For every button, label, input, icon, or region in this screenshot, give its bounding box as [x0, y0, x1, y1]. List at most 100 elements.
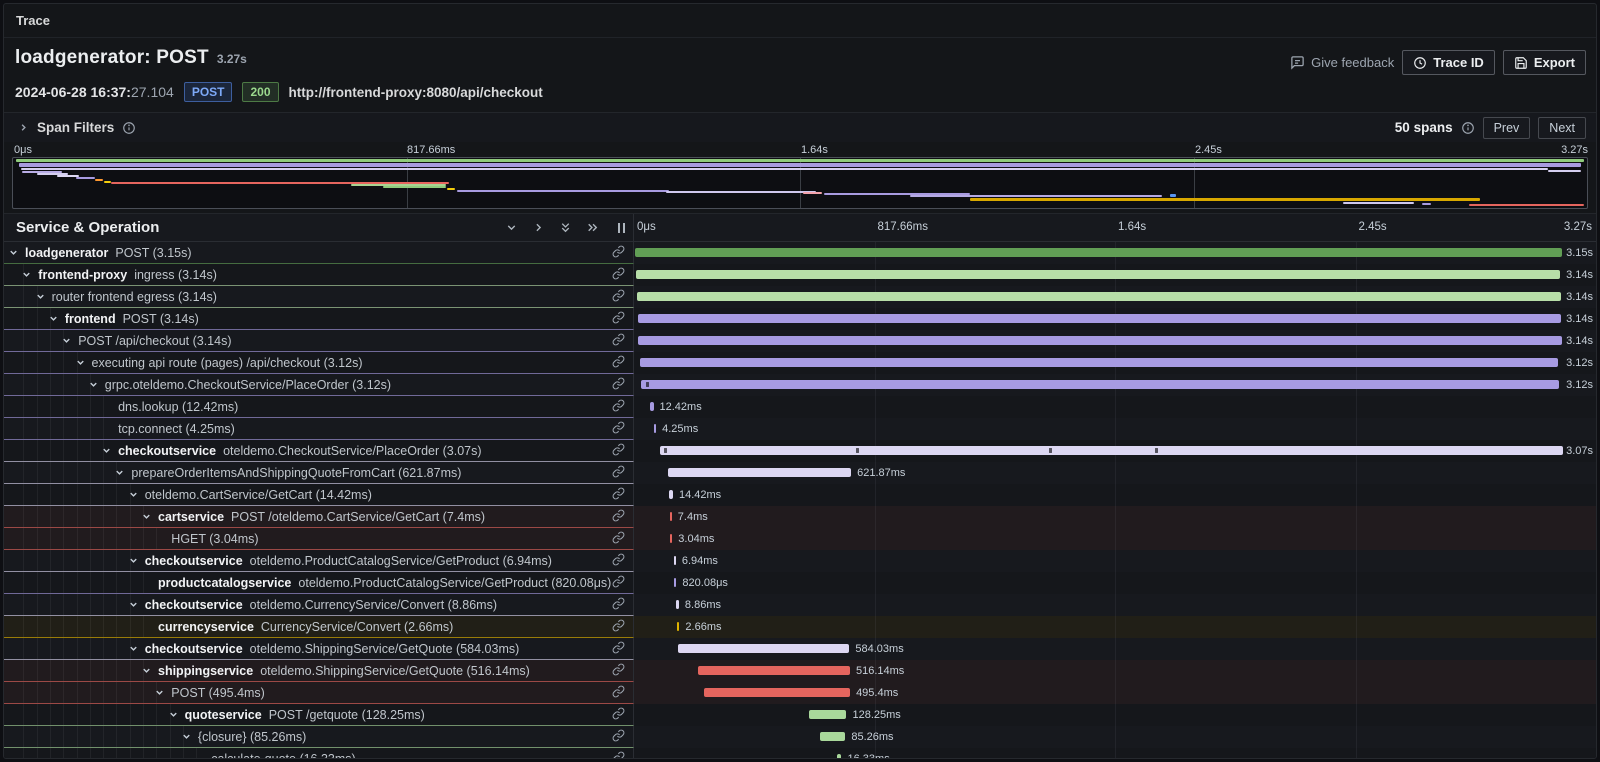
collapse-caret-icon[interactable] — [128, 555, 139, 566]
collapse-caret-icon[interactable] — [168, 709, 179, 720]
collapse-caret-icon[interactable] — [114, 467, 125, 478]
span-name-cell[interactable]: HGET (3.04ms) — [4, 528, 634, 550]
span-link-icon[interactable] — [612, 729, 625, 747]
span-link-icon[interactable] — [612, 355, 625, 373]
span-name-cell[interactable]: quoteservicePOST /getquote (128.25ms) — [4, 704, 634, 726]
span-name-cell[interactable]: checkoutserviceoteldemo.ShippingService/… — [4, 638, 634, 660]
span-name-cell[interactable]: router frontend egress (3.14s) — [4, 286, 634, 308]
span-name-cell[interactable]: cartservicePOST /oteldemo.CartService/Ge… — [4, 506, 634, 528]
span-link-icon[interactable] — [612, 553, 625, 571]
span-bar[interactable] — [670, 534, 672, 543]
span-name-cell[interactable]: calculate-quote (16.33ms) — [4, 748, 634, 759]
trace-id-button[interactable]: Trace ID — [1402, 50, 1495, 75]
span-bar[interactable] — [669, 490, 673, 499]
span-timeline-cell[interactable]: 584.03ms — [634, 638, 1596, 660]
span-link-icon[interactable] — [612, 707, 625, 725]
collapse-caret-icon[interactable] — [181, 731, 192, 742]
panel-resize-grip[interactable] — [617, 222, 627, 234]
span-link-icon[interactable] — [612, 641, 625, 659]
span-bar[interactable] — [698, 666, 850, 675]
span-link-icon[interactable] — [612, 751, 625, 759]
span-link-icon[interactable] — [612, 377, 625, 395]
span-name-cell[interactable]: currencyserviceCurrencyService/Convert (… — [4, 616, 634, 638]
span-name-cell[interactable]: checkoutserviceoteldemo.ProductCatalogSe… — [4, 550, 634, 572]
collapse-caret-icon[interactable] — [128, 599, 139, 610]
next-button[interactable]: Next — [1538, 117, 1586, 139]
span-name-cell[interactable]: shippingserviceoteldemo.ShippingService/… — [4, 660, 634, 682]
span-bar[interactable] — [638, 314, 1562, 323]
span-timeline-cell[interactable]: 495.4ms — [634, 682, 1596, 704]
span-name-cell[interactable]: oteldemo.CartService/GetCart (14.42ms) — [4, 484, 634, 506]
span-link-icon[interactable] — [612, 289, 625, 307]
span-bar[interactable] — [674, 556, 676, 565]
span-bar[interactable] — [660, 446, 1563, 455]
span-timeline-cell[interactable]: 3.14s — [634, 286, 1596, 308]
span-timeline-cell[interactable]: 6.94ms — [634, 550, 1596, 572]
give-feedback-button[interactable]: Give feedback — [1290, 55, 1394, 70]
collapse-caret-icon[interactable] — [8, 247, 19, 258]
minimap-chart[interactable] — [12, 157, 1588, 209]
span-link-icon[interactable] — [612, 245, 625, 263]
span-name-cell[interactable]: productcatalogserviceoteldemo.ProductCat… — [4, 572, 634, 594]
span-bar[interactable] — [837, 754, 842, 759]
span-timeline-cell[interactable]: 85.26ms — [634, 726, 1596, 748]
span-link-icon[interactable] — [612, 487, 625, 505]
span-name-cell[interactable]: frontendPOST (3.14s) — [4, 308, 634, 330]
span-name-cell[interactable]: tcp.connect (4.25ms) — [4, 418, 634, 440]
collapse-caret-icon[interactable] — [21, 269, 32, 280]
collapse-caret-icon[interactable] — [141, 511, 152, 522]
span-timeline-cell[interactable]: 3.14s — [634, 264, 1596, 286]
span-name-cell[interactable]: grpc.oteldemo.CheckoutService/PlaceOrder… — [4, 374, 634, 396]
span-timeline-cell[interactable]: 7.4ms — [634, 506, 1596, 528]
span-bar[interactable] — [638, 336, 1562, 345]
span-bar[interactable] — [676, 600, 679, 609]
span-timeline-cell[interactable]: 3.12s — [634, 374, 1596, 396]
span-timeline-cell[interactable]: 3.15s — [634, 242, 1596, 264]
span-link-icon[interactable] — [612, 399, 625, 417]
span-timeline-cell[interactable]: 3.14s — [634, 308, 1596, 330]
span-name-cell[interactable]: prepareOrderItemsAndShippingQuoteFromCar… — [4, 462, 634, 484]
span-filters-toggle[interactable]: Span Filters — [18, 120, 136, 135]
span-timeline-cell[interactable]: 14.42ms — [634, 484, 1596, 506]
span-bar[interactable] — [640, 358, 1558, 367]
collapse-caret-icon[interactable] — [128, 643, 139, 654]
span-timeline-cell[interactable]: 516.14ms — [634, 660, 1596, 682]
span-link-icon[interactable] — [612, 619, 625, 637]
span-bar[interactable] — [650, 402, 654, 411]
span-timeline-cell[interactable]: 3.04ms — [634, 528, 1596, 550]
span-link-icon[interactable] — [612, 333, 625, 351]
span-timeline-cell[interactable]: 3.14s — [634, 330, 1596, 352]
collapse-caret-icon[interactable] — [48, 313, 59, 324]
span-link-icon[interactable] — [612, 575, 625, 593]
collapse-caret-icon[interactable] — [75, 357, 86, 368]
collapse-caret-icon[interactable] — [154, 687, 165, 698]
span-bar[interactable] — [668, 468, 851, 477]
span-link-icon[interactable] — [612, 509, 625, 527]
span-timeline-cell[interactable]: 3.12s — [634, 352, 1596, 374]
span-name-cell[interactable]: checkoutserviceoteldemo.CheckoutService/… — [4, 440, 634, 462]
span-link-icon[interactable] — [612, 267, 625, 285]
span-name-cell[interactable]: POST (495.4ms) — [4, 682, 634, 704]
span-bar[interactable] — [678, 644, 850, 653]
span-bar[interactable] — [637, 292, 1561, 301]
span-link-icon[interactable] — [612, 311, 625, 329]
span-name-cell[interactable]: dns.lookup (12.42ms) — [4, 396, 634, 418]
expand-all-icon[interactable] — [586, 221, 599, 234]
span-link-icon[interactable] — [612, 685, 625, 703]
collapse-all-icon[interactable] — [559, 221, 572, 234]
collapse-caret-icon[interactable] — [35, 291, 46, 302]
span-name-cell[interactable]: frontend-proxyingress (3.14s) — [4, 264, 634, 286]
span-bar[interactable] — [635, 248, 1562, 257]
export-button[interactable]: Export — [1503, 50, 1586, 75]
span-link-icon[interactable] — [612, 597, 625, 615]
span-timeline-cell[interactable]: 16.33ms — [634, 748, 1596, 759]
span-name-cell[interactable]: checkoutserviceoteldemo.CurrencyService/… — [4, 594, 634, 616]
span-bar[interactable] — [677, 622, 679, 631]
collapse-caret-icon[interactable] — [141, 665, 152, 676]
span-name-cell[interactable]: {closure} (85.26ms) — [4, 726, 634, 748]
span-timeline-cell[interactable]: 8.86ms — [634, 594, 1596, 616]
span-timeline-cell[interactable]: 3.07s — [634, 440, 1596, 462]
span-bar[interactable] — [670, 512, 672, 521]
span-link-icon[interactable] — [612, 465, 625, 483]
span-name-cell[interactable]: loadgeneratorPOST (3.15s) — [4, 242, 634, 264]
